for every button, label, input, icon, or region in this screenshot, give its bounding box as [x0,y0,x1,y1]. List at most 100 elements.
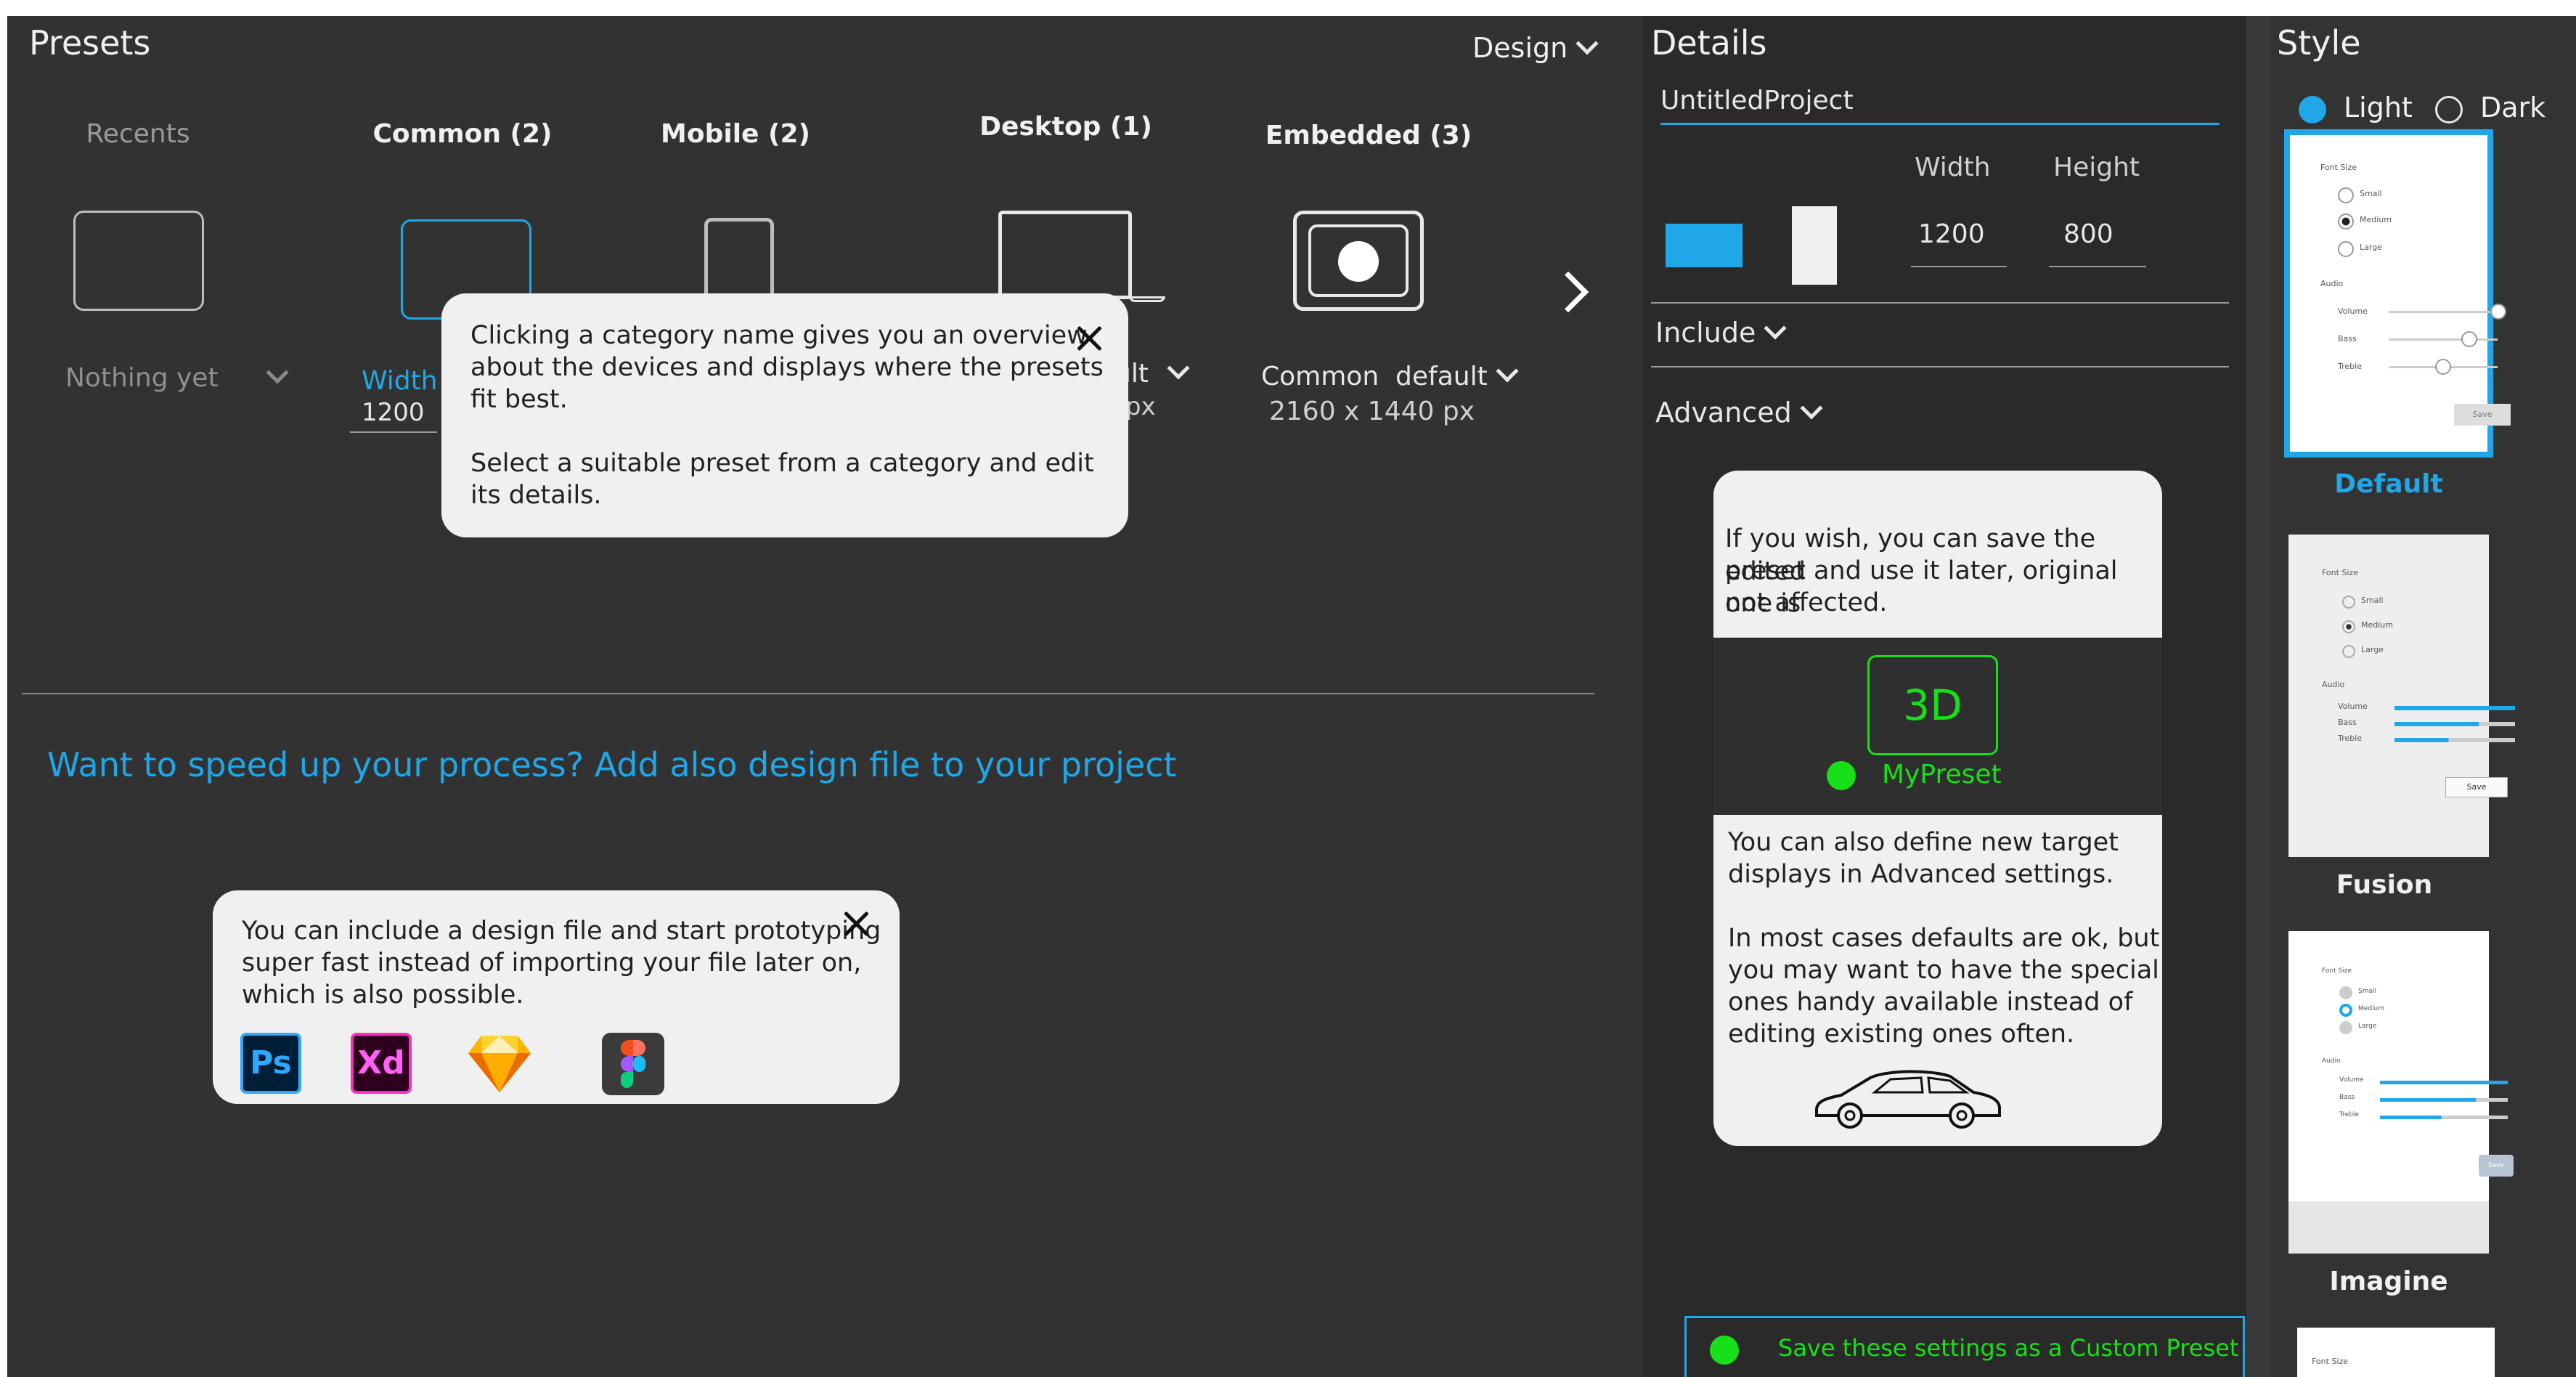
mini-audio: Audio [2322,1057,2341,1065]
figma-icon[interactable] [602,1033,664,1095]
add-design-file-link[interactable]: Want to speed up your process? Add also … [47,745,1177,784]
mini-save-button: Save [2445,777,2508,797]
recents-tile[interactable] [73,211,204,311]
chevron-down-icon [266,361,289,384]
mini-radio-icon [2338,187,2354,203]
mini-volume: Volume [2339,1076,2364,1084]
mini-save-button: Save [2454,404,2511,426]
height-input[interactable]: 800 [2063,219,2114,249]
common-width-underline [350,431,437,433]
custom-preset-info-card: If you wish, you can save the edited pre… [1713,471,2162,1146]
photoshop-icon[interactable]: Ps [240,1033,301,1094]
embedded-screen-icon [1308,224,1409,297]
mini-radio-icon [2342,596,2355,609]
figma-part [621,1056,633,1072]
project-name-input[interactable]: UntitledProject [1660,86,2220,125]
mini-radio-icon [2342,645,2355,658]
theme-default-thumbnail[interactable]: Font Size Small Medium Large Audio Volum… [2284,129,2511,458]
include-dropdown[interactable]: Include [1655,317,1787,349]
sketch-icon[interactable] [467,1033,532,1094]
light-label: Light [2344,92,2413,123]
mini-bass: Bass [2339,1094,2355,1101]
width-input[interactable]: 1200 [1918,219,1985,249]
radio-unselected-icon [2435,96,2463,123]
embedded-select-label: Common default [1261,362,1488,391]
mini-font-size: Font Size [2312,1357,2349,1366]
card-text: You can also define new target [1728,828,2119,857]
mini-slider-track [2389,311,2498,313]
chevron-down-icon [1576,32,1599,55]
card-text: not affected. [1725,588,1888,617]
width-underline [1911,266,2007,267]
figma-part [621,1072,633,1088]
mini-save-button: Save [2479,1155,2514,1177]
card-text: you may want to have the special [1728,956,2159,985]
card-text: ones handy available instead of [1728,988,2133,1017]
landscape-orientation-icon[interactable] [1666,224,1743,267]
advanced-label: Advanced [1655,397,1792,428]
mini-medium: Medium [2360,215,2392,224]
category-recents[interactable]: Recents [7,119,269,149]
close-icon[interactable] [840,908,872,940]
mini-radio-icon [2342,620,2355,633]
mini-bass: Bass [2338,334,2357,344]
recents-select[interactable]: Nothing yet [65,361,289,393]
desktop-size: px [1125,392,1156,421]
embedded-select[interactable]: Common default [1261,360,1519,391]
next-arrow-icon[interactable] [1547,271,1589,313]
portrait-orientation-icon[interactable] [1792,206,1837,285]
mini-treble: Treble [2338,362,2362,371]
mini-treble: Treble [2339,1111,2359,1118]
dark-label: Dark [2480,92,2546,123]
xd-icon[interactable]: Xd [351,1033,412,1094]
divider [1651,366,2229,367]
style-title: Style [2277,23,2361,62]
height-underline [2049,266,2146,267]
popup-line: about the devices and displays where the… [470,353,1104,382]
card-text: editing existing ones often. [1728,1020,2075,1049]
recents-select-value: Nothing yet [65,363,219,393]
theme-fusion-thumbnail[interactable]: Font Size Small Medium Large Audio Volum… [2288,535,2515,857]
popup-line: fit best. [470,385,568,414]
advanced-dropdown[interactable]: Advanced [1655,397,1823,428]
embedded-tile[interactable] [1293,211,1424,311]
common-width-value[interactable]: 1200 [362,398,425,427]
theme-fourth-thumbnail[interactable]: Font Size [2297,1328,2495,1377]
mini-medium: Medium [2358,1005,2384,1012]
divider [22,693,1594,694]
figma-part [633,1056,645,1072]
mini-large: Large [2358,1023,2377,1030]
figma-part [633,1040,645,1056]
mini-bass: Bass [2338,718,2357,727]
embedded-size: 2160 x 1440 px [1269,397,1475,426]
mypreset-label: MyPreset [1882,760,2002,789]
mini-audio: Audio [2322,680,2345,689]
mini-volume: Volume [2338,306,2368,316]
laptop-base-icon [1129,296,1165,302]
chevron-down-icon [1764,317,1787,340]
close-icon[interactable] [1073,322,1105,354]
green-dot-icon [1710,1336,1739,1365]
card-text: displays in Advanced settings. [1728,860,2114,889]
mini-font-size: Font Size [2320,163,2357,172]
presets-title: Presets [29,23,151,62]
mini-slider-track [2389,338,2498,341]
badge-3d: 3D [1867,655,1998,755]
mini-small: Small [2361,596,2384,605]
category-embedded[interactable]: Embedded (3) [1238,121,1499,150]
mini-slider-track [2394,722,2515,726]
green-dot-icon [1827,761,1856,790]
desktop-laptop-tile[interactable] [998,211,1132,299]
panel-separator [2246,16,2270,1377]
save-custom-preset-button[interactable]: Save these settings as a Custom Preset [1684,1316,2245,1377]
category-mobile[interactable]: Mobile (2) [605,119,866,149]
design-dropdown[interactable]: Design [1472,32,1599,64]
theme-fusion-label: Fusion [2336,870,2433,900]
theme-imagine-thumbnail[interactable]: Font Size Small Medium Large Audio Volum… [2288,931,2514,1254]
mini-audio: Audio [2320,279,2344,288]
mini-small: Small [2360,189,2382,198]
divider [1651,302,2229,304]
category-common[interactable]: Common (2) [332,119,593,149]
category-desktop[interactable]: Desktop (1) [935,112,1197,142]
mini-footer [2288,1201,2489,1254]
